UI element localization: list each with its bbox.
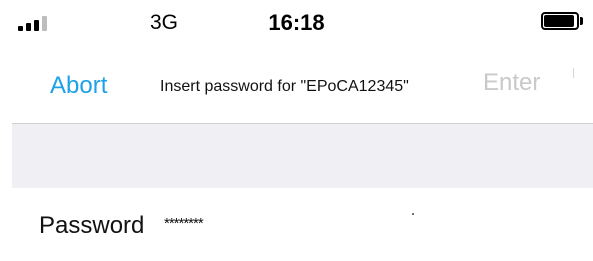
divider — [573, 68, 574, 78]
nav-title: Insert password for "EPoCA12345" — [160, 78, 409, 95]
password-label: Password — [39, 212, 145, 239]
navigation-bar: Abort Insert password for "EPoCA12345" E… — [0, 48, 593, 123]
clock: 16:18 — [268, 10, 325, 35]
enter-button[interactable]: Enter — [483, 69, 540, 97]
password-field[interactable]: ******** — [164, 215, 204, 232]
section-separator — [12, 123, 593, 189]
left-margin — [0, 123, 12, 261]
password-row[interactable]: Password ******** — [12, 188, 593, 261]
abort-button[interactable]: Abort — [50, 72, 107, 100]
status-bar: 3G 16:18 — [0, 0, 593, 48]
battery-icon — [541, 12, 583, 30]
divider — [412, 213, 414, 215]
